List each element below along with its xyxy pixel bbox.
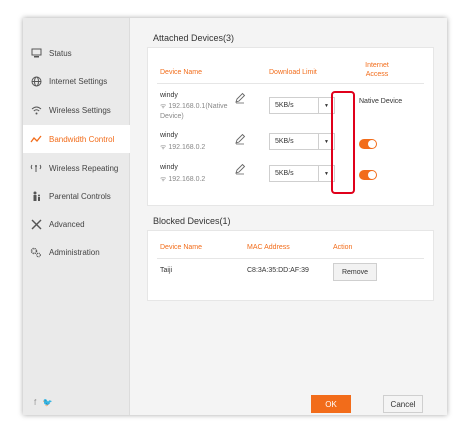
- device-name: windy: [160, 164, 178, 171]
- internet-access-toggle[interactable]: [359, 139, 377, 149]
- edit-icon[interactable]: [234, 132, 246, 145]
- sidebar-item-label: Internet Settings: [49, 76, 108, 86]
- device-ip: ᯤ 192.168.0.2: [160, 176, 206, 183]
- col-mac-address: MAC Address: [247, 244, 290, 251]
- sidebar-item-wireless-repeating[interactable]: Wireless Repeating: [23, 154, 129, 182]
- sidebar-item-advanced[interactable]: Advanced: [23, 210, 129, 238]
- sidebar-item-label: Wireless Settings: [49, 105, 111, 115]
- col-device-name: Device Name: [160, 69, 203, 76]
- device-name: windy: [160, 132, 178, 139]
- bandwidth-icon: [23, 134, 49, 144]
- edit-icons-highlight: [331, 91, 355, 194]
- sidebar-item-label: Status: [49, 48, 72, 58]
- native-device-label: Native Device: [359, 98, 403, 105]
- download-limit-select[interactable]: 5KB/s ▼: [269, 133, 335, 150]
- tools-icon: [23, 219, 49, 230]
- ok-button[interactable]: OK: [311, 395, 351, 413]
- col-device-name: Device Name: [160, 244, 203, 251]
- sidebar: Status Internet Settings Wireless Settin…: [23, 18, 130, 415]
- attached-devices-card: Device Name Download Limit Internet Acce…: [147, 47, 434, 206]
- header-divider: [157, 258, 424, 259]
- device-name: windy: [160, 92, 178, 99]
- internet-access-toggle[interactable]: [359, 170, 377, 180]
- col-action: Action: [333, 244, 353, 251]
- main-content: Attached Devices(3) Device Name Download…: [130, 18, 447, 415]
- sidebar-item-administration[interactable]: Administration: [23, 238, 129, 266]
- status-icon: [23, 48, 49, 58]
- social-links[interactable]: f 🐦: [34, 398, 54, 407]
- blocked-devices-card: Device Name MAC Address Action Taiji C8:…: [147, 230, 434, 301]
- sidebar-item-label: Advanced: [49, 219, 85, 229]
- sidebar-item-bandwidth-control[interactable]: Bandwidth Control: [23, 125, 130, 153]
- sidebar-item-label: Parental Controls: [49, 191, 111, 201]
- blocked-device-mac: C8:3A:35:DD:AF:39: [247, 267, 309, 274]
- sidebar-item-label: Wireless Repeating: [49, 163, 119, 173]
- col-download-limit: Download Limit: [269, 69, 317, 76]
- download-limit-select[interactable]: 5KB/s ▼: [269, 165, 335, 182]
- edit-icon[interactable]: [234, 91, 246, 104]
- sidebar-item-label: Bandwidth Control: [49, 134, 115, 144]
- parental-icon: [23, 191, 49, 202]
- sidebar-item-label: Administration: [49, 247, 100, 257]
- router-settings-window: Status Internet Settings Wireless Settin…: [23, 18, 447, 415]
- remove-button[interactable]: Remove: [333, 263, 377, 281]
- blocked-devices-title: Blocked Devices(1): [153, 216, 231, 226]
- cancel-button[interactable]: Cancel: [383, 395, 423, 413]
- sidebar-item-wireless-settings[interactable]: Wireless Settings: [23, 96, 129, 124]
- repeater-icon: [23, 163, 49, 173]
- device-ip: ᯤ 192.168.0.2: [160, 144, 206, 151]
- header-divider: [157, 83, 424, 84]
- download-limit-select[interactable]: 5KB/s ▼: [269, 97, 335, 114]
- attached-devices-title: Attached Devices(3): [153, 33, 235, 43]
- sidebar-item-internet-settings[interactable]: Internet Settings: [23, 67, 129, 95]
- col-internet-access: Internet Access: [365, 62, 389, 78]
- wifi-icon: [23, 106, 49, 115]
- sidebar-item-parental-controls[interactable]: Parental Controls: [23, 182, 129, 210]
- gears-icon: [23, 247, 49, 258]
- edit-icon[interactable]: [234, 162, 246, 175]
- blocked-device-name: Taiji: [160, 267, 173, 274]
- sidebar-item-status[interactable]: Status: [23, 39, 129, 67]
- device-ip: ᯤ 192.168.0.1(Native Device): [160, 103, 228, 120]
- globe-icon: [23, 76, 49, 87]
